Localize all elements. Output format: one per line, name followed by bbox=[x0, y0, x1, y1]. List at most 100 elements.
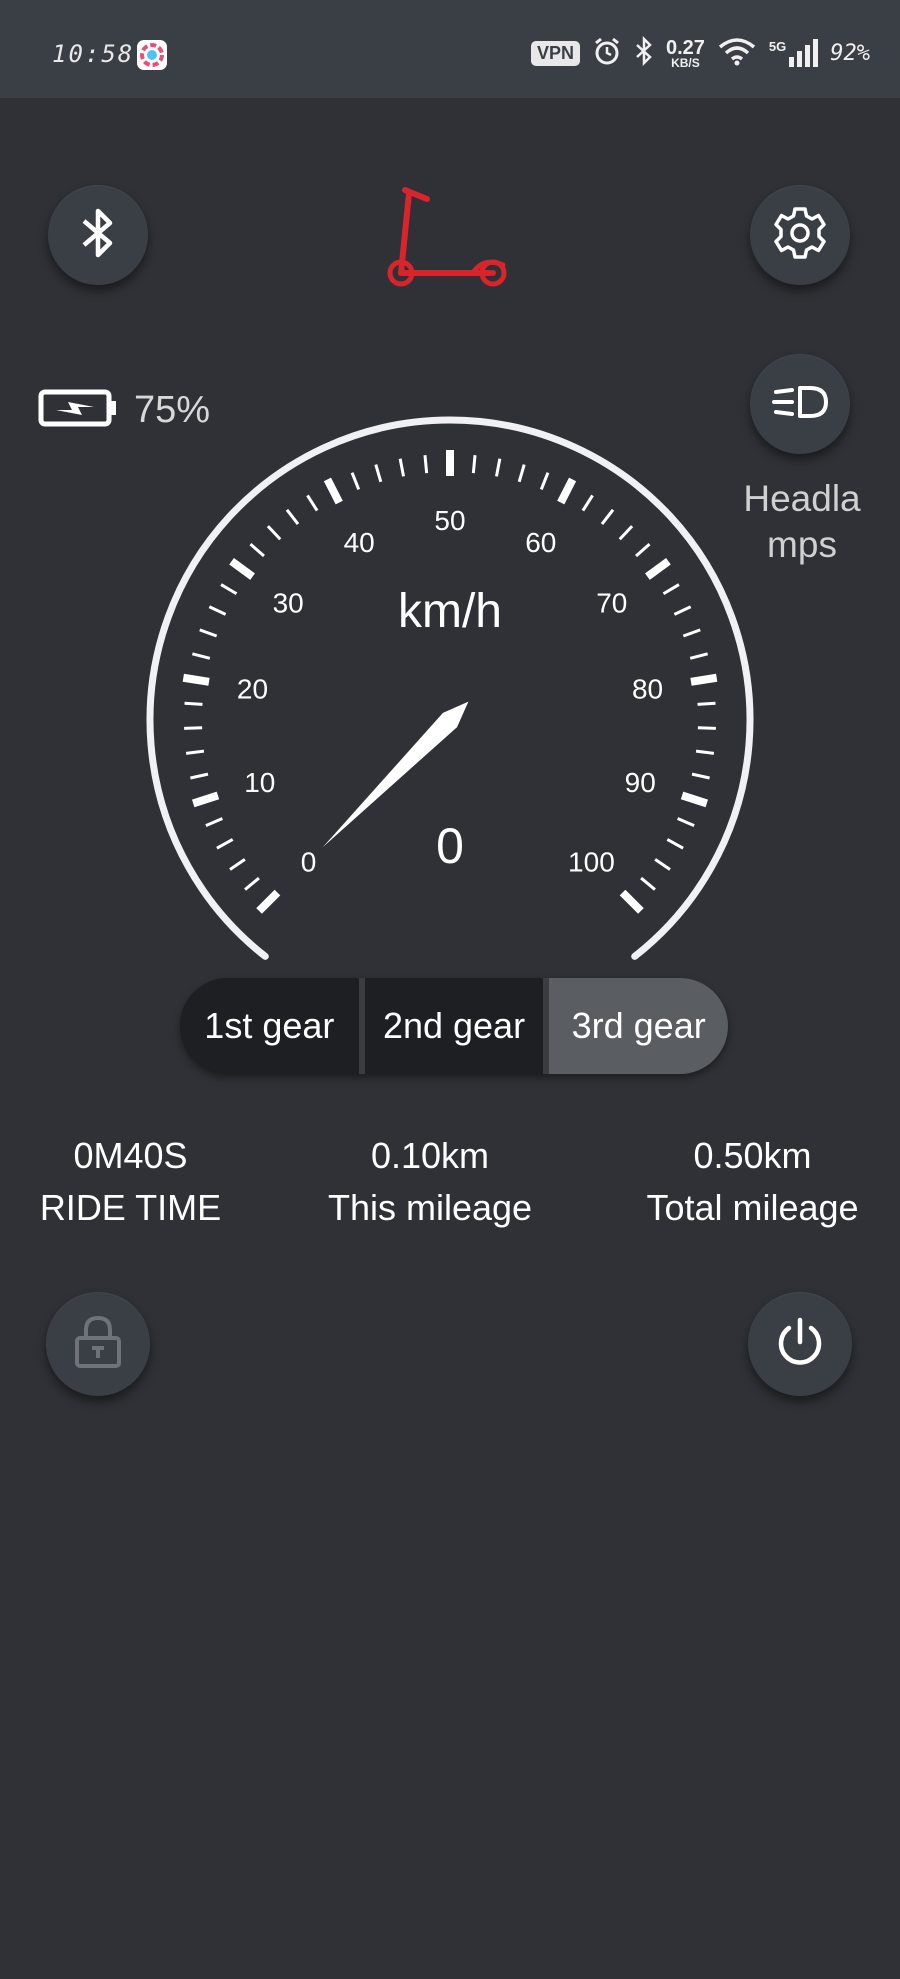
this-mileage-stat: 0.10km This mileage bbox=[310, 1130, 550, 1234]
minor-tick bbox=[191, 652, 211, 660]
total-mileage-label: Total mileage bbox=[646, 1187, 859, 1228]
minor-tick bbox=[691, 772, 710, 780]
minor-tick bbox=[640, 876, 656, 891]
minor-tick bbox=[208, 605, 227, 616]
scale-label: 0 bbox=[301, 846, 317, 877]
lock-button[interactable] bbox=[46, 1292, 150, 1396]
major-tick bbox=[229, 558, 255, 580]
minor-tick bbox=[184, 701, 203, 706]
scale-label: 30 bbox=[273, 587, 304, 618]
minor-tick bbox=[266, 525, 282, 541]
minor-tick bbox=[350, 472, 361, 490]
vpn-badge: VPN bbox=[530, 41, 580, 66]
minor-tick bbox=[374, 464, 383, 483]
ride-time-label: RIDE TIME bbox=[39, 1187, 222, 1228]
minor-tick bbox=[689, 652, 709, 660]
minor-tick bbox=[423, 455, 429, 474]
gear-icon bbox=[772, 205, 828, 266]
minor-tick bbox=[673, 605, 692, 616]
speedometer: 0 10 20 30 40 50 60 70 80 90 100 km/h 0 bbox=[146, 416, 754, 960]
current-speed: 0 bbox=[436, 818, 464, 874]
major-tick bbox=[645, 558, 671, 580]
ride-time-value: 0M40S bbox=[73, 1135, 188, 1176]
minor-tick bbox=[697, 726, 716, 730]
minor-tick bbox=[581, 494, 594, 512]
major-tick bbox=[690, 673, 718, 686]
settings-button[interactable] bbox=[750, 185, 850, 285]
minor-tick bbox=[244, 876, 260, 891]
minor-tick bbox=[471, 455, 477, 474]
status-battery: 92% bbox=[830, 41, 870, 66]
minor-tick bbox=[618, 525, 634, 541]
scale-label: 40 bbox=[344, 527, 375, 558]
minor-tick bbox=[662, 583, 680, 596]
bluetooth-status-icon bbox=[634, 35, 654, 71]
major-tick bbox=[256, 889, 281, 914]
minor-tick bbox=[216, 838, 234, 850]
this-mileage-value: 0.10km bbox=[370, 1135, 490, 1176]
minor-tick bbox=[677, 817, 695, 828]
minor-tick bbox=[517, 464, 526, 483]
minor-tick bbox=[184, 726, 203, 730]
minor-tick bbox=[205, 817, 223, 828]
minor-tick bbox=[654, 858, 671, 871]
minor-tick bbox=[185, 749, 205, 755]
scale-label: 80 bbox=[632, 674, 663, 705]
minor-tick bbox=[697, 701, 716, 706]
bluetooth-button[interactable] bbox=[48, 185, 148, 285]
minor-tick bbox=[306, 494, 319, 512]
gear-button-3[interactable]: 3rd gear bbox=[543, 978, 728, 1074]
app-notification-icon bbox=[137, 40, 167, 70]
total-mileage-value: 0.50km bbox=[693, 1135, 812, 1176]
speed-unit: km/h bbox=[398, 585, 502, 638]
network-speed: 0.27 KB/S bbox=[666, 38, 705, 70]
scale-label: 100 bbox=[568, 846, 615, 877]
status-time: 10:58 bbox=[52, 40, 135, 68]
minor-tick bbox=[229, 858, 246, 871]
minor-tick bbox=[539, 472, 550, 490]
major-tick bbox=[680, 791, 709, 808]
total-mileage-stat: 0.50km Total mileage bbox=[630, 1130, 875, 1234]
battery-charging-icon bbox=[38, 388, 118, 433]
minor-tick bbox=[398, 458, 406, 477]
gear-button-2[interactable]: 2nd gear bbox=[358, 978, 544, 1074]
this-mileage-label: This mileage bbox=[327, 1187, 533, 1228]
minor-tick bbox=[600, 508, 615, 525]
gear-button-1[interactable]: 1st gear bbox=[180, 978, 359, 1074]
alarm-icon bbox=[592, 36, 622, 71]
major-tick bbox=[619, 889, 644, 914]
gear-selector: 1st gear 2nd gear 3rd gear bbox=[180, 978, 728, 1074]
wifi-icon bbox=[717, 36, 757, 71]
minor-tick bbox=[249, 542, 265, 558]
ride-time-stat: 0M40S RIDE TIME bbox=[28, 1130, 233, 1234]
major-tick bbox=[182, 673, 210, 686]
status-bar: 10:58 VPN 0.27 KB/S 5G 92% bbox=[0, 0, 900, 98]
major-tick bbox=[191, 791, 220, 808]
scale-label: 50 bbox=[434, 505, 465, 536]
minor-tick bbox=[666, 838, 684, 850]
bluetooth-icon bbox=[78, 205, 118, 266]
scale-label: 60 bbox=[525, 527, 556, 558]
scooter-icon bbox=[385, 187, 515, 294]
scale-label: 10 bbox=[244, 767, 275, 798]
minor-tick bbox=[682, 628, 701, 638]
minor-tick bbox=[199, 628, 218, 638]
scooter-logo bbox=[385, 185, 515, 295]
lock-icon bbox=[72, 1314, 124, 1375]
minor-tick bbox=[220, 583, 238, 596]
cellular-signal-icon: 5G bbox=[768, 38, 819, 69]
major-tick bbox=[557, 477, 577, 505]
minor-tick bbox=[285, 508, 300, 525]
scale-label: 20 bbox=[237, 674, 268, 705]
scale-label: 70 bbox=[596, 587, 627, 618]
major-tick bbox=[323, 477, 343, 505]
minor-tick bbox=[635, 542, 651, 558]
minor-tick bbox=[695, 749, 715, 755]
signal-type: 5G bbox=[768, 38, 787, 54]
power-button[interactable] bbox=[748, 1292, 852, 1396]
minor-tick bbox=[190, 772, 209, 780]
network-speed-unit: KB/S bbox=[671, 55, 700, 70]
scale-label: 90 bbox=[625, 767, 656, 798]
power-icon bbox=[772, 1314, 828, 1375]
minor-tick bbox=[494, 458, 502, 477]
